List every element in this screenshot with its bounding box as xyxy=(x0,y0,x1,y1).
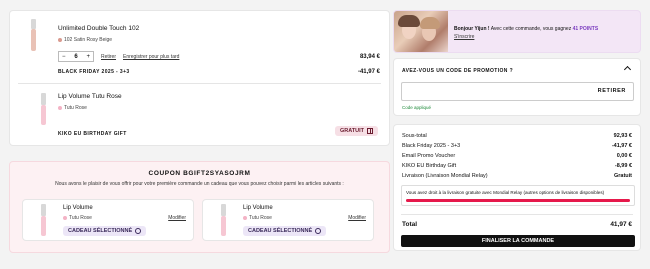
shade-swatch xyxy=(63,215,67,220)
edit-gift-link[interactable]: Modifier xyxy=(168,215,186,221)
product-thumbnail[interactable] xyxy=(37,93,51,129)
gift-name: Lip Volume xyxy=(63,205,93,211)
shade-label: 102 Satin Rosy Beige xyxy=(64,37,113,43)
shade-swatch xyxy=(58,37,62,42)
loyalty-greeting: Bonjour Yijun ! xyxy=(454,26,490,32)
decrease-button[interactable]: − xyxy=(62,54,66,60)
product-name[interactable]: Lip Volume Tutu Rose xyxy=(58,93,122,100)
product-shade: 102 Satin Rosy Beige xyxy=(58,37,112,43)
summary-value: -8,99 € xyxy=(614,163,632,169)
promo-label: KIKO EU BIRTHDAY GIFT xyxy=(58,131,127,137)
loyalty-text: Bonjour Yijun ! Avec cette commande, vou… xyxy=(454,26,598,32)
summary-value: -41,97 € xyxy=(611,143,632,149)
gift-selected-label: CADEAU SÉLECTIONNÉ xyxy=(248,228,313,234)
promo-label: BLACK FRIDAY 2025 - 3+3 xyxy=(58,69,130,75)
shipping-progress-track xyxy=(406,199,630,202)
quantity-stepper: − 6 + xyxy=(58,51,94,62)
shade-swatch xyxy=(58,105,62,110)
summary-label: KIKO EU Birthday Gift xyxy=(402,163,457,169)
chevron-up-icon[interactable] xyxy=(623,65,632,74)
product-shade: Tutu Rose xyxy=(58,105,87,111)
shade-label: Tutu Rose xyxy=(249,215,272,221)
total-line: Total 41,97 € xyxy=(402,221,632,228)
loyalty-text-prefix: Avec cette commande, vous gagnez xyxy=(490,26,572,32)
gift-shade: Tutu Rose xyxy=(63,215,92,221)
loyalty-photo xyxy=(394,11,448,52)
remove-link[interactable]: Retirer xyxy=(101,54,116,60)
promo-value: -41,97 € xyxy=(357,69,380,75)
summary-line: KIKO EU Birthday Gift -8,99 € xyxy=(402,163,632,169)
coupon-card: COUPON BGIFT2SYASOJRM Nous avons le plai… xyxy=(9,161,390,253)
gift-option-card[interactable]: Lip Volume Tutu Rose Modifier CADEAU SÉL… xyxy=(22,199,194,241)
gift-icon xyxy=(367,128,373,134)
summary-label: Black Friday 2025 - 3+3 xyxy=(402,143,461,149)
product-thumbnail xyxy=(37,204,51,240)
order-summary-card: Sous-total 92,93 € Black Friday 2025 - 3+… xyxy=(393,124,641,251)
gift-option-card[interactable]: Lip Volume Tutu Rose Modifier CADEAU SÉL… xyxy=(202,199,374,241)
promo-code-card: AVEZ-VOUS UN CODE DE PROMOTION ? RETIRER… xyxy=(393,58,641,116)
summary-value: 0,00 € xyxy=(616,153,632,159)
shade-label: Tutu Rose xyxy=(64,105,87,111)
signup-link[interactable]: S'inscrire xyxy=(454,34,474,40)
promo-heading: AVEZ-VOUS UN CODE DE PROMOTION ? xyxy=(402,68,514,74)
summary-value: Gratuit xyxy=(613,173,632,179)
summary-line: Email Promo Voucher 0,00 € xyxy=(402,153,632,159)
divider xyxy=(401,214,633,215)
check-circle-icon xyxy=(315,228,322,234)
gift-selected-chip: CADEAU SÉLECTIONNÉ xyxy=(63,226,147,236)
product-name[interactable]: Unlimited Double Touch 102 xyxy=(58,25,139,32)
increase-button[interactable]: + xyxy=(86,54,90,60)
shipping-progress-fill xyxy=(406,199,630,202)
shipping-note: Vous avez droit à la livraison gratuite … xyxy=(406,190,605,195)
gift-name: Lip Volume xyxy=(243,205,273,211)
gift-selected-chip: CADEAU SÉLECTIONNÉ xyxy=(243,226,327,236)
edit-gift-link[interactable]: Modifier xyxy=(348,215,366,221)
gift-badge-label: GRATUIT xyxy=(339,128,364,134)
summary-label: Email Promo Voucher xyxy=(402,153,456,159)
divider xyxy=(18,83,381,84)
item-price: 83,94 € xyxy=(359,54,380,60)
remove-code-button[interactable]: RETIRER xyxy=(598,88,626,94)
summary-line: Sous-total 92,93 € xyxy=(402,133,632,139)
summary-label: Sous-total xyxy=(402,133,427,139)
cart-items-card: Unlimited Double Touch 102 102 Satin Ros… xyxy=(9,10,390,146)
loyalty-points: 41 POINTS xyxy=(572,26,599,32)
product-thumbnail xyxy=(217,204,231,240)
quantity-value: 6 xyxy=(74,53,78,60)
loyalty-banner: Bonjour Yijun ! Avec cette commande, vou… xyxy=(393,10,641,53)
gift-badge: GRATUIT xyxy=(334,126,378,136)
shade-label: Tutu Rose xyxy=(69,215,92,221)
summary-value: 92,93 € xyxy=(613,133,632,139)
summary-line: Livraison (Livraison Mondial Relay) Gratu… xyxy=(402,173,632,179)
code-applied-message: Code appliqué xyxy=(402,105,432,110)
shipping-info-box: Vous avez droit à la livraison gratuite … xyxy=(401,185,635,206)
gift-shade: Tutu Rose xyxy=(243,215,272,221)
product-thumbnail[interactable] xyxy=(27,19,41,55)
coupon-message: Nous avons le plaisir de vous offrir pou… xyxy=(55,181,344,187)
shade-swatch xyxy=(243,215,247,220)
check-circle-icon xyxy=(135,228,142,234)
gift-selected-label: CADEAU SÉLECTIONNÉ xyxy=(68,228,133,234)
summary-label: Livraison (Livraison Mondial Relay) xyxy=(402,173,488,179)
checkout-button[interactable]: FINALISER LA COMMANDE xyxy=(401,235,635,247)
save-later-link[interactable]: Enregistrer pour plus tard xyxy=(123,54,179,60)
total-label: Total xyxy=(402,221,418,228)
total-value: 41,97 € xyxy=(610,221,632,228)
coupon-title: COUPON BGIFT2SYASOJRM xyxy=(148,170,251,177)
summary-line: Black Friday 2025 - 3+3 -41,97 € xyxy=(402,143,632,149)
